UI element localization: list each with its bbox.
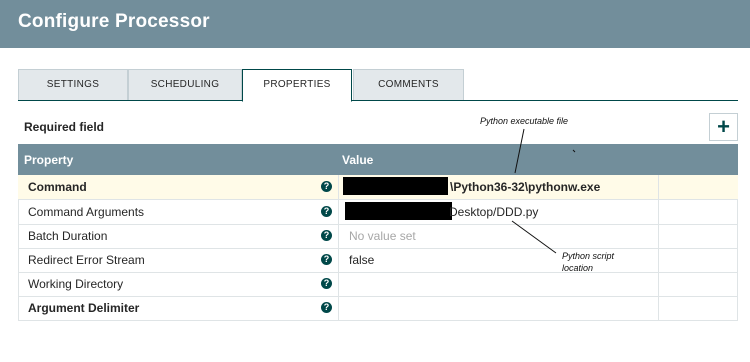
column-divider bbox=[658, 296, 659, 320]
column-divider bbox=[338, 272, 339, 296]
property-name: Redirect Error Stream bbox=[28, 253, 145, 267]
column-divider bbox=[658, 175, 659, 199]
column-header-value: Value bbox=[342, 153, 374, 167]
table-row-command[interactable]: Command ? \Python36-32\pythonw.exe bbox=[18, 175, 738, 200]
table-row-working-directory[interactable]: Working Directory ? bbox=[18, 272, 738, 297]
property-name: Working Directory bbox=[28, 277, 124, 291]
property-name: Command Arguments bbox=[28, 205, 145, 219]
tab-scheduling[interactable]: SCHEDULING bbox=[128, 69, 242, 101]
column-divider bbox=[338, 224, 339, 248]
column-divider bbox=[658, 224, 659, 248]
plus-icon: + bbox=[717, 114, 730, 139]
table-row-redirect-error-stream[interactable]: Redirect Error Stream ? false bbox=[18, 248, 738, 273]
column-divider bbox=[658, 272, 659, 296]
table-row-command-arguments[interactable]: Command Arguments ? Desktop/DDD.py bbox=[18, 200, 738, 225]
property-name: Batch Duration bbox=[28, 229, 108, 243]
column-divider bbox=[658, 200, 659, 224]
column-divider bbox=[658, 248, 659, 272]
tab-settings[interactable]: SETTINGS bbox=[18, 69, 128, 101]
column-divider bbox=[338, 175, 339, 199]
question-icon[interactable]: ? bbox=[321, 254, 332, 265]
column-divider bbox=[338, 296, 339, 320]
column-divider bbox=[338, 248, 339, 272]
properties-table-header: Property Value bbox=[18, 144, 738, 175]
dialog-header: Configure Processor bbox=[0, 0, 750, 48]
add-property-button[interactable]: + bbox=[709, 113, 738, 141]
required-field-label: Required field bbox=[24, 120, 105, 134]
question-icon[interactable]: ? bbox=[321, 206, 332, 217]
property-name: Argument Delimiter bbox=[28, 301, 140, 315]
annotation-script-line1: Python script bbox=[562, 251, 615, 261]
redacted-block bbox=[345, 202, 452, 220]
annotation-script-line2: location bbox=[562, 263, 594, 273]
table-row-argument-delimiter[interactable]: Argument Delimiter ? bbox=[18, 296, 738, 321]
redacted-block bbox=[343, 177, 448, 195]
property-value[interactable]: false bbox=[349, 253, 374, 267]
annotation-executable: Python executable file bbox=[480, 116, 569, 126]
property-name: Command bbox=[28, 180, 87, 194]
question-icon[interactable]: ? bbox=[321, 181, 332, 192]
property-value[interactable]: No value set bbox=[349, 229, 416, 243]
dialog-title: Configure Processor bbox=[18, 11, 210, 32]
tab-properties[interactable]: PROPERTIES bbox=[242, 69, 352, 102]
question-icon[interactable]: ? bbox=[321, 302, 332, 313]
question-icon[interactable]: ? bbox=[321, 230, 332, 241]
table-row-batch-duration[interactable]: Batch Duration ? No value set bbox=[18, 224, 738, 249]
column-divider bbox=[338, 200, 339, 224]
question-icon[interactable]: ? bbox=[321, 278, 332, 289]
tab-underline bbox=[18, 100, 738, 101]
column-header-property: Property bbox=[24, 153, 74, 167]
property-value[interactable]: \Python36-32\pythonw.exe bbox=[450, 180, 600, 194]
property-value[interactable]: Desktop/DDD.py bbox=[449, 205, 538, 219]
tab-comments[interactable]: COMMENTS bbox=[353, 69, 464, 101]
